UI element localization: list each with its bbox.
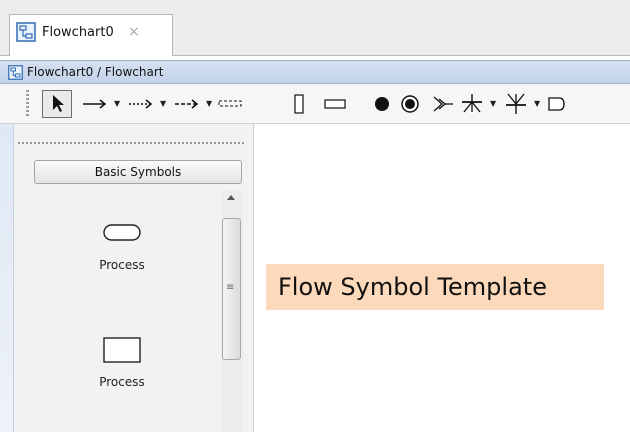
- merge-arrow-icon[interactable]: [430, 90, 456, 118]
- select-pointer-button[interactable]: [42, 90, 72, 118]
- filled-circle-icon[interactable]: [370, 90, 394, 118]
- tab-title: Flowchart0: [42, 25, 114, 40]
- tab-flowchart0[interactable]: Flowchart0 ×: [9, 14, 173, 56]
- join-icon[interactable]: [502, 90, 530, 118]
- basic-symbols-button[interactable]: Basic Symbols: [34, 160, 242, 184]
- horizontal-rect-icon[interactable]: [322, 90, 348, 118]
- document-shape-icon[interactable]: [546, 90, 566, 118]
- vertical-rect-icon[interactable]: [290, 90, 308, 118]
- window-title: Flowchart0 / Flowchart: [27, 65, 164, 79]
- scrollbar-thumb[interactable]: ≡: [222, 218, 241, 360]
- palette-item-process-rect[interactable]: Process: [72, 334, 172, 398]
- select-pointer-icon: [53, 95, 64, 112]
- palette-grip[interactable]: [18, 142, 244, 144]
- dashed-line-icon[interactable]: [216, 90, 246, 118]
- palette-item-process-rounded[interactable]: Process: [72, 218, 172, 278]
- window-header: Flowchart0 / Flowchart: [0, 60, 630, 84]
- close-icon[interactable]: ×: [128, 24, 140, 40]
- arrow-line-icon[interactable]: [80, 90, 110, 118]
- dotted-arrow-icon[interactable]: [126, 90, 156, 118]
- template-label[interactable]: Flow Symbol Template: [266, 264, 604, 310]
- palette-item-label: Process: [99, 375, 145, 389]
- flowchart-doc-icon: [8, 65, 23, 80]
- dotted-arrow-dropdown-icon[interactable]: ▼: [160, 99, 166, 108]
- dashed-arrow-dropdown-icon[interactable]: ▼: [206, 99, 212, 108]
- flowchart-doc-icon: [16, 22, 36, 42]
- toolbar: ▼ ▼ ▼ ▼ ▼: [0, 84, 630, 124]
- join-dropdown-icon[interactable]: ▼: [534, 99, 540, 108]
- grip-icon: ≡: [226, 282, 235, 293]
- terminal-shape-icon: [103, 224, 141, 241]
- dashed-arrow-icon[interactable]: [172, 90, 202, 118]
- double-circle-icon[interactable]: [398, 90, 422, 118]
- tab-strip: Flowchart0 ×: [0, 0, 630, 56]
- fork-dropdown-icon[interactable]: ▼: [490, 99, 496, 108]
- process-shape-icon: [103, 337, 141, 363]
- arrow-dropdown-icon[interactable]: ▼: [114, 99, 120, 108]
- palette-item-label: Process: [99, 258, 145, 272]
- toolbar-grip[interactable]: [26, 90, 29, 118]
- scroll-up-icon[interactable]: [227, 195, 235, 200]
- fork-icon[interactable]: [458, 90, 486, 118]
- left-dock-edge: [0, 124, 14, 432]
- palette-scrollbar[interactable]: ≡: [221, 190, 243, 432]
